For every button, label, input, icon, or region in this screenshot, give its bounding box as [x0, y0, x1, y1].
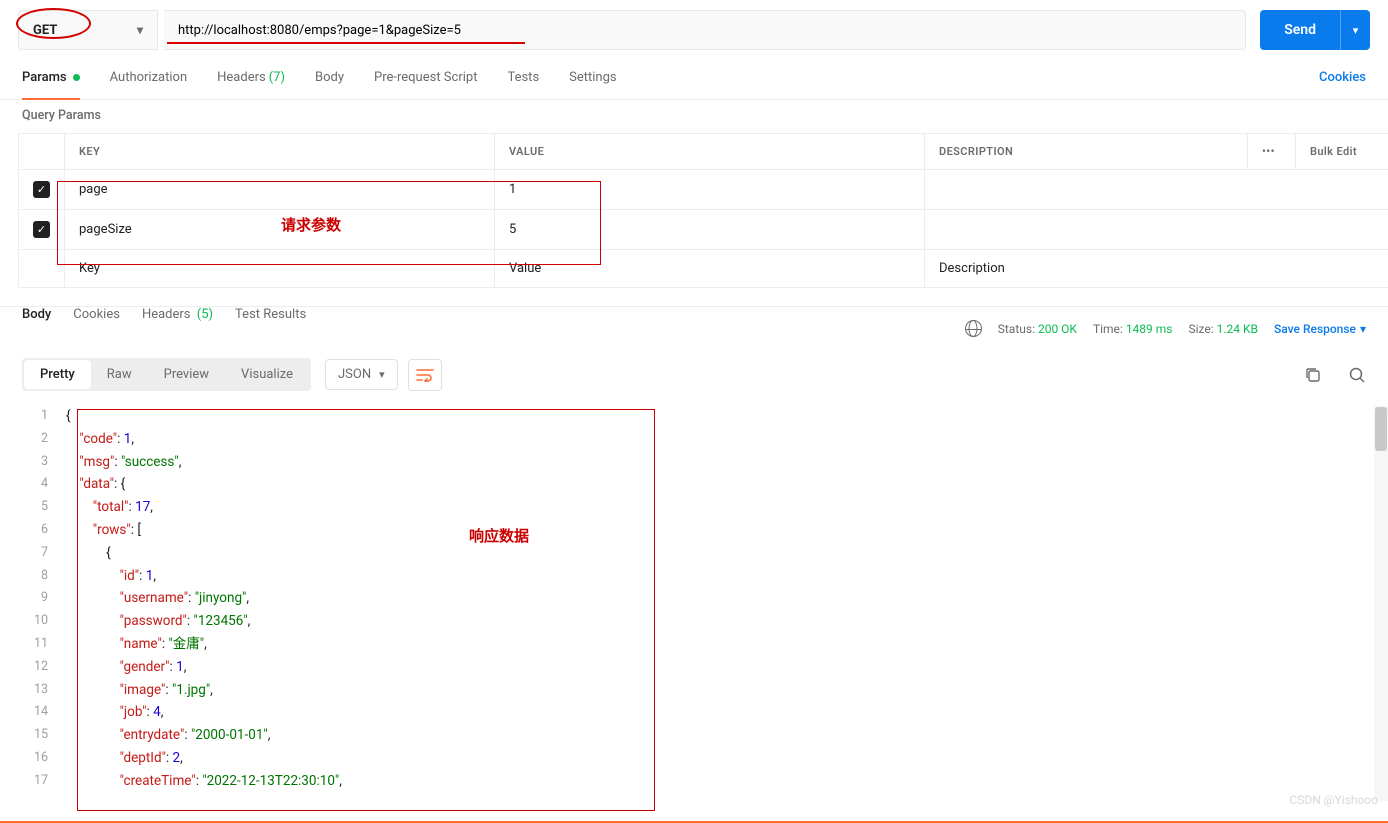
more-icon[interactable]: ••• [1248, 134, 1296, 170]
param-key[interactable]: pageSize [65, 210, 495, 250]
view-bar: PrettyRawPreviewVisualize JSON ▾ [0, 350, 1388, 399]
chevron-down-icon: ▾ [379, 368, 385, 381]
format-select[interactable]: JSON ▾ [325, 359, 398, 390]
code-line: 8 "id": 1, [22, 565, 1370, 588]
resp-tab-cookies[interactable]: Cookies [73, 307, 120, 350]
code-line: 5 "total": 17, [22, 496, 1370, 519]
globe-icon[interactable] [965, 320, 982, 337]
send-dropdown[interactable]: ▾ [1340, 10, 1370, 50]
param-desc[interactable] [925, 210, 1388, 250]
code-line: 17 "createTime": "2022-12-13T22:30:10", [22, 770, 1370, 793]
checkbox[interactable]: ✓ [33, 181, 50, 198]
param-row-new: Key Value Description [19, 250, 1388, 288]
scrollbar-track[interactable] [1374, 406, 1388, 801]
http-method-select[interactable]: GET ▾ [18, 10, 158, 50]
code-line: 1{ [22, 405, 1370, 428]
tab-settings[interactable]: Settings [569, 56, 616, 99]
response-bar: Body Cookies Headers (5) Test Results Statu… [0, 306, 1388, 350]
watermark: CSDN @Yishooo [1289, 793, 1378, 807]
tab-headers[interactable]: Headers (7) [217, 56, 285, 99]
tab-body[interactable]: Body [315, 56, 344, 99]
view-pretty[interactable]: Pretty [24, 360, 91, 389]
wrap-lines-button[interactable] [408, 359, 442, 391]
chevron-down-icon: ▾ [1360, 322, 1366, 336]
tab-authorization[interactable]: Authorization [110, 56, 188, 99]
param-row: ✓ pageSize 5 [19, 210, 1388, 250]
time-info: Time: 1489 ms [1093, 322, 1173, 336]
response-body[interactable]: 1{2 "code": 1,3 "msg": "success",4 "data… [22, 405, 1370, 793]
query-params-label: Query Params [0, 100, 1388, 133]
param-value[interactable]: 1 [495, 170, 925, 210]
code-line: 15 "entrydate": "2000-01-01", [22, 724, 1370, 747]
params-table: KEY VALUE DESCRIPTION ••• Bulk Edit ✓ pa… [18, 133, 1388, 288]
size-info: Size: 1.24 KB [1188, 322, 1258, 336]
param-row: ✓ page 1 [19, 170, 1388, 210]
copy-icon[interactable] [1304, 366, 1322, 384]
tab-params[interactable]: Params [22, 56, 80, 99]
chevron-down-icon: ▾ [137, 23, 143, 37]
search-icon[interactable] [1348, 366, 1366, 384]
param-key-input[interactable]: Key [65, 250, 495, 288]
http-method-value: GET [33, 23, 57, 38]
response-tabs: Body Cookies Headers (5) Test Results [22, 307, 306, 350]
param-desc[interactable] [925, 170, 1388, 210]
view-preview[interactable]: Preview [148, 360, 225, 389]
tab-pre-request-script[interactable]: Pre-request Script [374, 56, 477, 99]
code-line: 9 "username": "jinyong", [22, 587, 1370, 610]
view-segment: PrettyRawPreviewVisualize [22, 358, 311, 391]
send-button[interactable]: Send [1260, 10, 1340, 50]
request-tabs: Params Authorization Headers (7) Body Pre-re… [0, 56, 1388, 100]
url-input[interactable] [164, 10, 1246, 50]
code-line: 13 "image": "1.jpg", [22, 679, 1370, 702]
bulk-edit-button[interactable]: Bulk Edit [1296, 134, 1388, 170]
view-raw[interactable]: Raw [91, 360, 148, 389]
resp-tab-test-results[interactable]: Test Results [235, 307, 306, 350]
param-value-input[interactable]: Value [495, 250, 925, 288]
code-line: 6 "rows": [ [22, 519, 1370, 542]
resp-tab-body[interactable]: Body [22, 307, 51, 350]
param-key[interactable]: page [65, 170, 495, 210]
tab-tests[interactable]: Tests [507, 56, 539, 99]
resp-tab-headers[interactable]: Headers (5) [142, 307, 213, 350]
view-visualize[interactable]: Visualize [225, 360, 309, 389]
status-info: Status: 200 OK [998, 322, 1077, 336]
save-response-button[interactable]: Save Response ▾ [1274, 322, 1366, 336]
code-line: 12 "gender": 1, [22, 656, 1370, 679]
param-desc-input[interactable]: Description [925, 250, 1388, 288]
code-line: 2 "code": 1, [22, 428, 1370, 451]
code-line: 3 "msg": "success", [22, 451, 1370, 474]
cookies-link[interactable]: Cookies [1319, 70, 1366, 85]
scrollbar-thumb[interactable] [1375, 407, 1387, 451]
code-line: 4 "data": { [22, 473, 1370, 496]
param-value[interactable]: 5 [495, 210, 925, 250]
code-line: 11 "name": "金庸", [22, 633, 1370, 656]
code-line: 7 { [22, 542, 1370, 565]
code-line: 10 "password": "123456", [22, 610, 1370, 633]
code-line: 16 "deptId": 2, [22, 747, 1370, 770]
code-line: 14 "job": 4, [22, 701, 1370, 724]
checkbox[interactable]: ✓ [33, 221, 50, 238]
